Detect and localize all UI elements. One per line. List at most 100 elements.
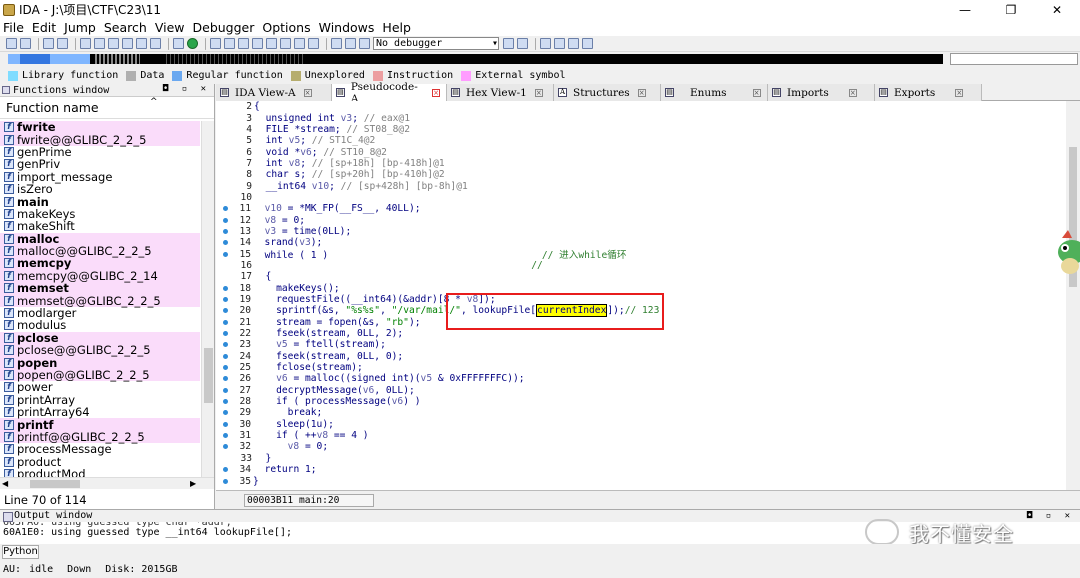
breakpoint-dot-icon[interactable] — [223, 285, 228, 291]
function-list-item[interactable]: f printArray64 — [0, 406, 200, 418]
breakpoint-dot-icon[interactable] — [223, 433, 228, 439]
function-list-hscrollbar[interactable]: ◀ ▶ — [0, 477, 214, 489]
breakpoint-dot-icon[interactable] — [223, 331, 228, 337]
code-line[interactable]: 32 v8 = 0; — [216, 441, 1066, 452]
function-list-item[interactable]: f popen@@GLIBC_2_2_5 — [0, 368, 200, 382]
menu-edit[interactable]: Edit — [32, 20, 56, 35]
tab-ida-view-a[interactable]: ▤ IDA View-A × — [216, 84, 332, 101]
function-list-item[interactable]: f modulus — [0, 319, 200, 331]
tool-icon-f[interactable] — [280, 38, 291, 49]
code-line[interactable]: 34 return 1; — [216, 464, 1066, 475]
debug-option-icon-2[interactable] — [517, 38, 528, 49]
code-line[interactable]: 13 v3 = time(0LL); — [216, 226, 1066, 237]
tab-close-icon[interactable]: × — [534, 88, 543, 97]
trace-icon[interactable] — [554, 38, 565, 49]
function-list-item[interactable]: f genPrime — [0, 146, 200, 158]
pseudocode-scrollbar[interactable] — [1066, 101, 1080, 490]
code-line[interactable]: 35} — [216, 475, 1066, 487]
function-list-item[interactable]: f printArray — [0, 394, 200, 406]
function-list-item[interactable]: f makeKeys — [0, 208, 200, 220]
function-list-item[interactable]: f malloc@@GLIBC_2_2_5 — [0, 244, 200, 258]
breakpoint-dot-icon[interactable] — [223, 228, 228, 234]
tab-exports[interactable]: ▤ Exports × — [875, 84, 982, 101]
tool-icon-c[interactable] — [238, 38, 249, 49]
function-list-item[interactable]: f genPriv — [0, 158, 200, 170]
menu-file[interactable]: File — [3, 20, 24, 35]
function-list-item[interactable]: f makeShift — [0, 220, 200, 232]
tool-icon-b[interactable] — [224, 38, 235, 49]
maximize-button[interactable]: ❐ — [988, 0, 1034, 19]
code-line[interactable]: 8 char s; // [sp+20h] [bp-410h]@2 — [216, 169, 1066, 180]
close-button[interactable]: ✕ — [1034, 0, 1080, 19]
function-list-item[interactable]: f fwrite@@GLIBC_2_2_5 — [0, 133, 200, 146]
step-over-icon[interactable] — [582, 38, 593, 49]
code-line[interactable]: 25 fclose(stream); — [216, 362, 1066, 373]
tool-icon-d[interactable] — [252, 38, 263, 49]
breakpoint-dot-icon[interactable] — [223, 308, 228, 314]
function-list-item[interactable]: f power — [0, 381, 200, 393]
code-line[interactable]: 5 int v5; // ST1C_4@2 — [216, 135, 1066, 146]
code-line[interactable]: 26 v6 = malloc((signed int)(v5 & 0xFFFFF… — [216, 373, 1066, 384]
function-list-item[interactable]: f isZero — [0, 183, 200, 195]
menu-view[interactable]: View — [155, 20, 185, 35]
code-line[interactable]: 3 unsigned int v3; // eax@1 — [216, 112, 1066, 124]
function-list-item[interactable]: f modlarger — [0, 307, 200, 319]
tab-hex-view-1[interactable]: ▤ Hex View-1 × — [447, 84, 554, 101]
tab-close-icon[interactable]: × — [432, 88, 440, 97]
tab-structures[interactable]: A Structures × — [554, 84, 661, 101]
breakpoint-dot-icon[interactable] — [223, 240, 228, 246]
breakpoint-dot-icon[interactable] — [223, 376, 228, 382]
function-list-item[interactable]: f processMessage — [0, 443, 200, 455]
tab-enums[interactable]: ▤ Enums × — [661, 84, 768, 101]
menu-jump[interactable]: Jump — [64, 20, 96, 35]
breakpoint-dot-icon[interactable] — [223, 297, 228, 303]
code-line[interactable]: 28 if ( processMessage(v6) ) — [216, 396, 1066, 407]
function-list-item[interactable]: f malloc — [0, 232, 200, 245]
step-icon[interactable] — [568, 38, 579, 49]
function-list-item[interactable]: f memcpy@@GLIBC_2_14 — [0, 269, 200, 283]
tab-pseudocode-a[interactable]: ▤ Pseudocode-A × — [332, 81, 447, 105]
code-line[interactable]: 12 v8 = 0; — [216, 214, 1066, 226]
tab-close-icon[interactable]: × — [303, 88, 312, 97]
breakpoint-dot-icon[interactable] — [223, 387, 228, 393]
function-list-item[interactable]: f popen — [0, 356, 200, 369]
find-icon[interactable] — [122, 38, 133, 49]
debug-option-icon[interactable] — [503, 38, 514, 49]
stop-icon[interactable] — [359, 38, 370, 49]
function-list-item[interactable]: f fwrite — [0, 121, 200, 134]
open-icon[interactable] — [6, 38, 17, 49]
hex-search-icon[interactable] — [108, 38, 119, 49]
tab-close-icon[interactable]: × — [752, 88, 761, 97]
code-line[interactable]: 10 — [216, 192, 1066, 203]
save-icon[interactable] — [20, 38, 31, 49]
debugger-select[interactable]: No debugger ▾ — [373, 37, 499, 50]
function-list-item[interactable]: f pclose — [0, 331, 200, 345]
breakpoint-dot-icon[interactable] — [223, 217, 228, 223]
graph-icon[interactable] — [150, 38, 161, 49]
code-line[interactable]: 7 int v8; // [sp+18h] [bp-418h]@1 — [216, 158, 1066, 169]
tab-close-icon[interactable]: × — [848, 88, 857, 97]
menu-help[interactable]: Help — [382, 20, 411, 35]
function-list-item[interactable]: f main — [0, 195, 200, 208]
code-line[interactable]: 24 fseek(stream, 0LL, 0); — [216, 351, 1066, 362]
breakpoint-dot-icon[interactable] — [223, 342, 228, 348]
menu-debugger[interactable]: Debugger — [193, 20, 255, 35]
breakpoint-dot-icon[interactable] — [223, 467, 228, 473]
function-list-item[interactable]: f memset — [0, 282, 200, 295]
function-list-item[interactable]: f product — [0, 456, 200, 468]
tab-close-icon[interactable]: × — [955, 88, 964, 97]
navigation-band-select[interactable] — [950, 53, 1078, 65]
tab-close-icon[interactable]: × — [637, 88, 646, 97]
code-line[interactable]: 11 v10 = *MK_FP(__FS__, 40LL); — [216, 203, 1066, 214]
menu-options[interactable]: Options — [262, 20, 310, 35]
tool-icon-g[interactable] — [294, 38, 305, 49]
download-icon[interactable] — [136, 38, 147, 49]
breakpoint-dot-icon[interactable] — [223, 410, 228, 416]
menu-windows[interactable]: Windows — [319, 20, 375, 35]
code-line[interactable]: 6 void *v6; // ST10_8@2 — [216, 146, 1066, 158]
python-button[interactable]: Python — [2, 545, 39, 559]
function-list-item[interactable]: f printf@@GLIBC_2_2_5 — [0, 430, 200, 444]
code-line[interactable]: 23 v5 = ftell(stream); — [216, 339, 1066, 350]
code-line[interactable]: 16 // — [216, 260, 1066, 271]
code-line[interactable]: 31 if ( ++v8 == 4 ) — [216, 430, 1066, 441]
